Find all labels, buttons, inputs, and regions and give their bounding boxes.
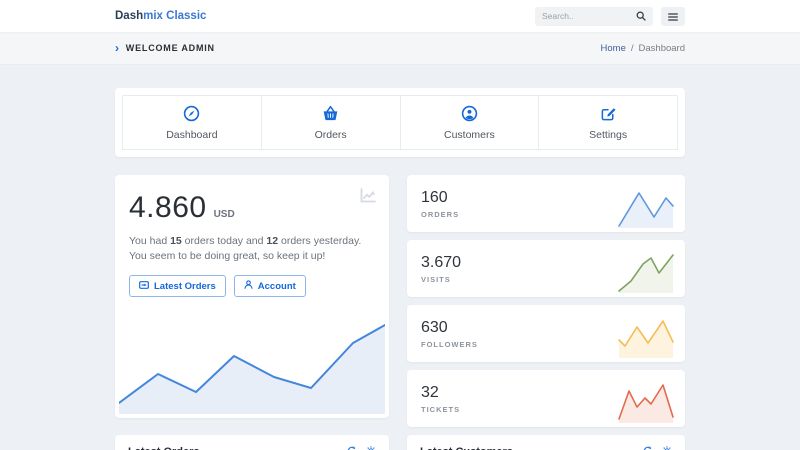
chart-line-icon (360, 188, 376, 208)
refresh-icon (643, 444, 653, 450)
subheader-bar: › WELCOME ADMIN Home / Dashboard (0, 32, 800, 65)
brand-logo[interactable]: Dashmix Classic (115, 10, 206, 22)
user-circle-icon (461, 105, 478, 122)
earnings-area-chart (119, 322, 385, 414)
chevron-right-icon: › (115, 42, 120, 54)
account-button[interactable]: Account (234, 275, 306, 297)
stat-label: VISITS (421, 275, 461, 284)
hamburger-menu-button[interactable] (661, 7, 685, 26)
stat-card-visits[interactable]: 3.670 VISITS (407, 240, 685, 297)
panel-title: Latest Customers (420, 446, 513, 450)
stat-value: 630 (421, 319, 478, 337)
hamburger-icon (668, 9, 678, 24)
search-button[interactable] (632, 9, 646, 24)
search-field-group (535, 7, 653, 26)
breadcrumb-separator: / (631, 43, 634, 54)
brand-name-bold: Dash (115, 10, 143, 22)
search-input[interactable] (542, 11, 632, 21)
stat-card-followers[interactable]: 630 FOLLOWERS (407, 305, 685, 362)
refresh-button[interactable] (643, 444, 653, 450)
nav-tile-customers[interactable]: Customers (401, 96, 540, 149)
nav-tile-orders[interactable]: Orders (262, 96, 401, 149)
gear-icon (662, 444, 672, 450)
stat-value: 160 (421, 189, 459, 207)
refresh-icon (347, 444, 357, 450)
gear-icon (366, 444, 376, 450)
latest-customers-panel: Latest Customers (407, 435, 685, 450)
stat-label: FOLLOWERS (421, 340, 478, 349)
welcome-text: WELCOME ADMIN (126, 43, 215, 53)
stat-card-tickets[interactable]: 32 TICKETS (407, 370, 685, 427)
nav-tile-label: Settings (539, 129, 677, 141)
latest-orders-button-label: Latest Orders (154, 281, 216, 292)
app-header: Dashmix Classic (0, 0, 800, 32)
breadcrumb-current: Dashboard (639, 43, 685, 54)
main-content: Dashboard Orders Customers (0, 65, 800, 450)
breadcrumb: Home / Dashboard (601, 43, 685, 54)
stat-value: 32 (421, 384, 460, 402)
earnings-description: You had 15 orders today and 12 orders ye… (129, 234, 375, 264)
edit-icon (600, 105, 617, 122)
followers-sparkline-chart (617, 316, 675, 358)
refresh-button[interactable] (347, 444, 357, 450)
quick-nav-card: Dashboard Orders Customers (115, 88, 685, 157)
settings-button[interactable] (366, 444, 376, 450)
orders-sparkline-chart (617, 186, 675, 228)
compass-icon (183, 105, 200, 122)
latest-orders-button[interactable]: Latest Orders (129, 275, 226, 297)
latest-orders-panel: Latest Orders (115, 435, 389, 450)
settings-button[interactable] (662, 444, 672, 450)
account-button-label: Account (258, 281, 296, 292)
earnings-currency: USD (214, 209, 235, 220)
nav-tile-label: Customers (401, 129, 539, 141)
tickets-sparkline-chart (617, 381, 675, 423)
panel-title: Latest Orders (128, 446, 200, 450)
stat-value: 3.670 (421, 254, 461, 272)
earnings-summary-card: 4.860 USD You had 15 orders today and 12… (115, 175, 389, 418)
nav-tile-label: Dashboard (123, 129, 261, 141)
stat-label: ORDERS (421, 210, 459, 219)
stat-label: TICKETS (421, 405, 460, 414)
stat-card-orders[interactable]: 160 ORDERS (407, 175, 685, 232)
user-icon (244, 280, 253, 292)
breadcrumb-home-link[interactable]: Home (601, 43, 626, 54)
nav-tile-settings[interactable]: Settings (539, 96, 677, 149)
brand-name-rest: mix Classic (143, 10, 206, 22)
basket-icon (322, 105, 339, 122)
welcome-heading: › WELCOME ADMIN (115, 42, 215, 54)
visits-sparkline-chart (617, 251, 675, 293)
stats-column: 160 ORDERS 3.670 VISITS 630 FOLLOWERS (407, 175, 685, 427)
nav-tile-dashboard[interactable]: Dashboard (123, 96, 262, 149)
earnings-amount: 4.860 (129, 191, 207, 225)
search-icon (636, 9, 646, 24)
nav-tile-label: Orders (262, 129, 400, 141)
orders-box-icon (139, 281, 149, 292)
